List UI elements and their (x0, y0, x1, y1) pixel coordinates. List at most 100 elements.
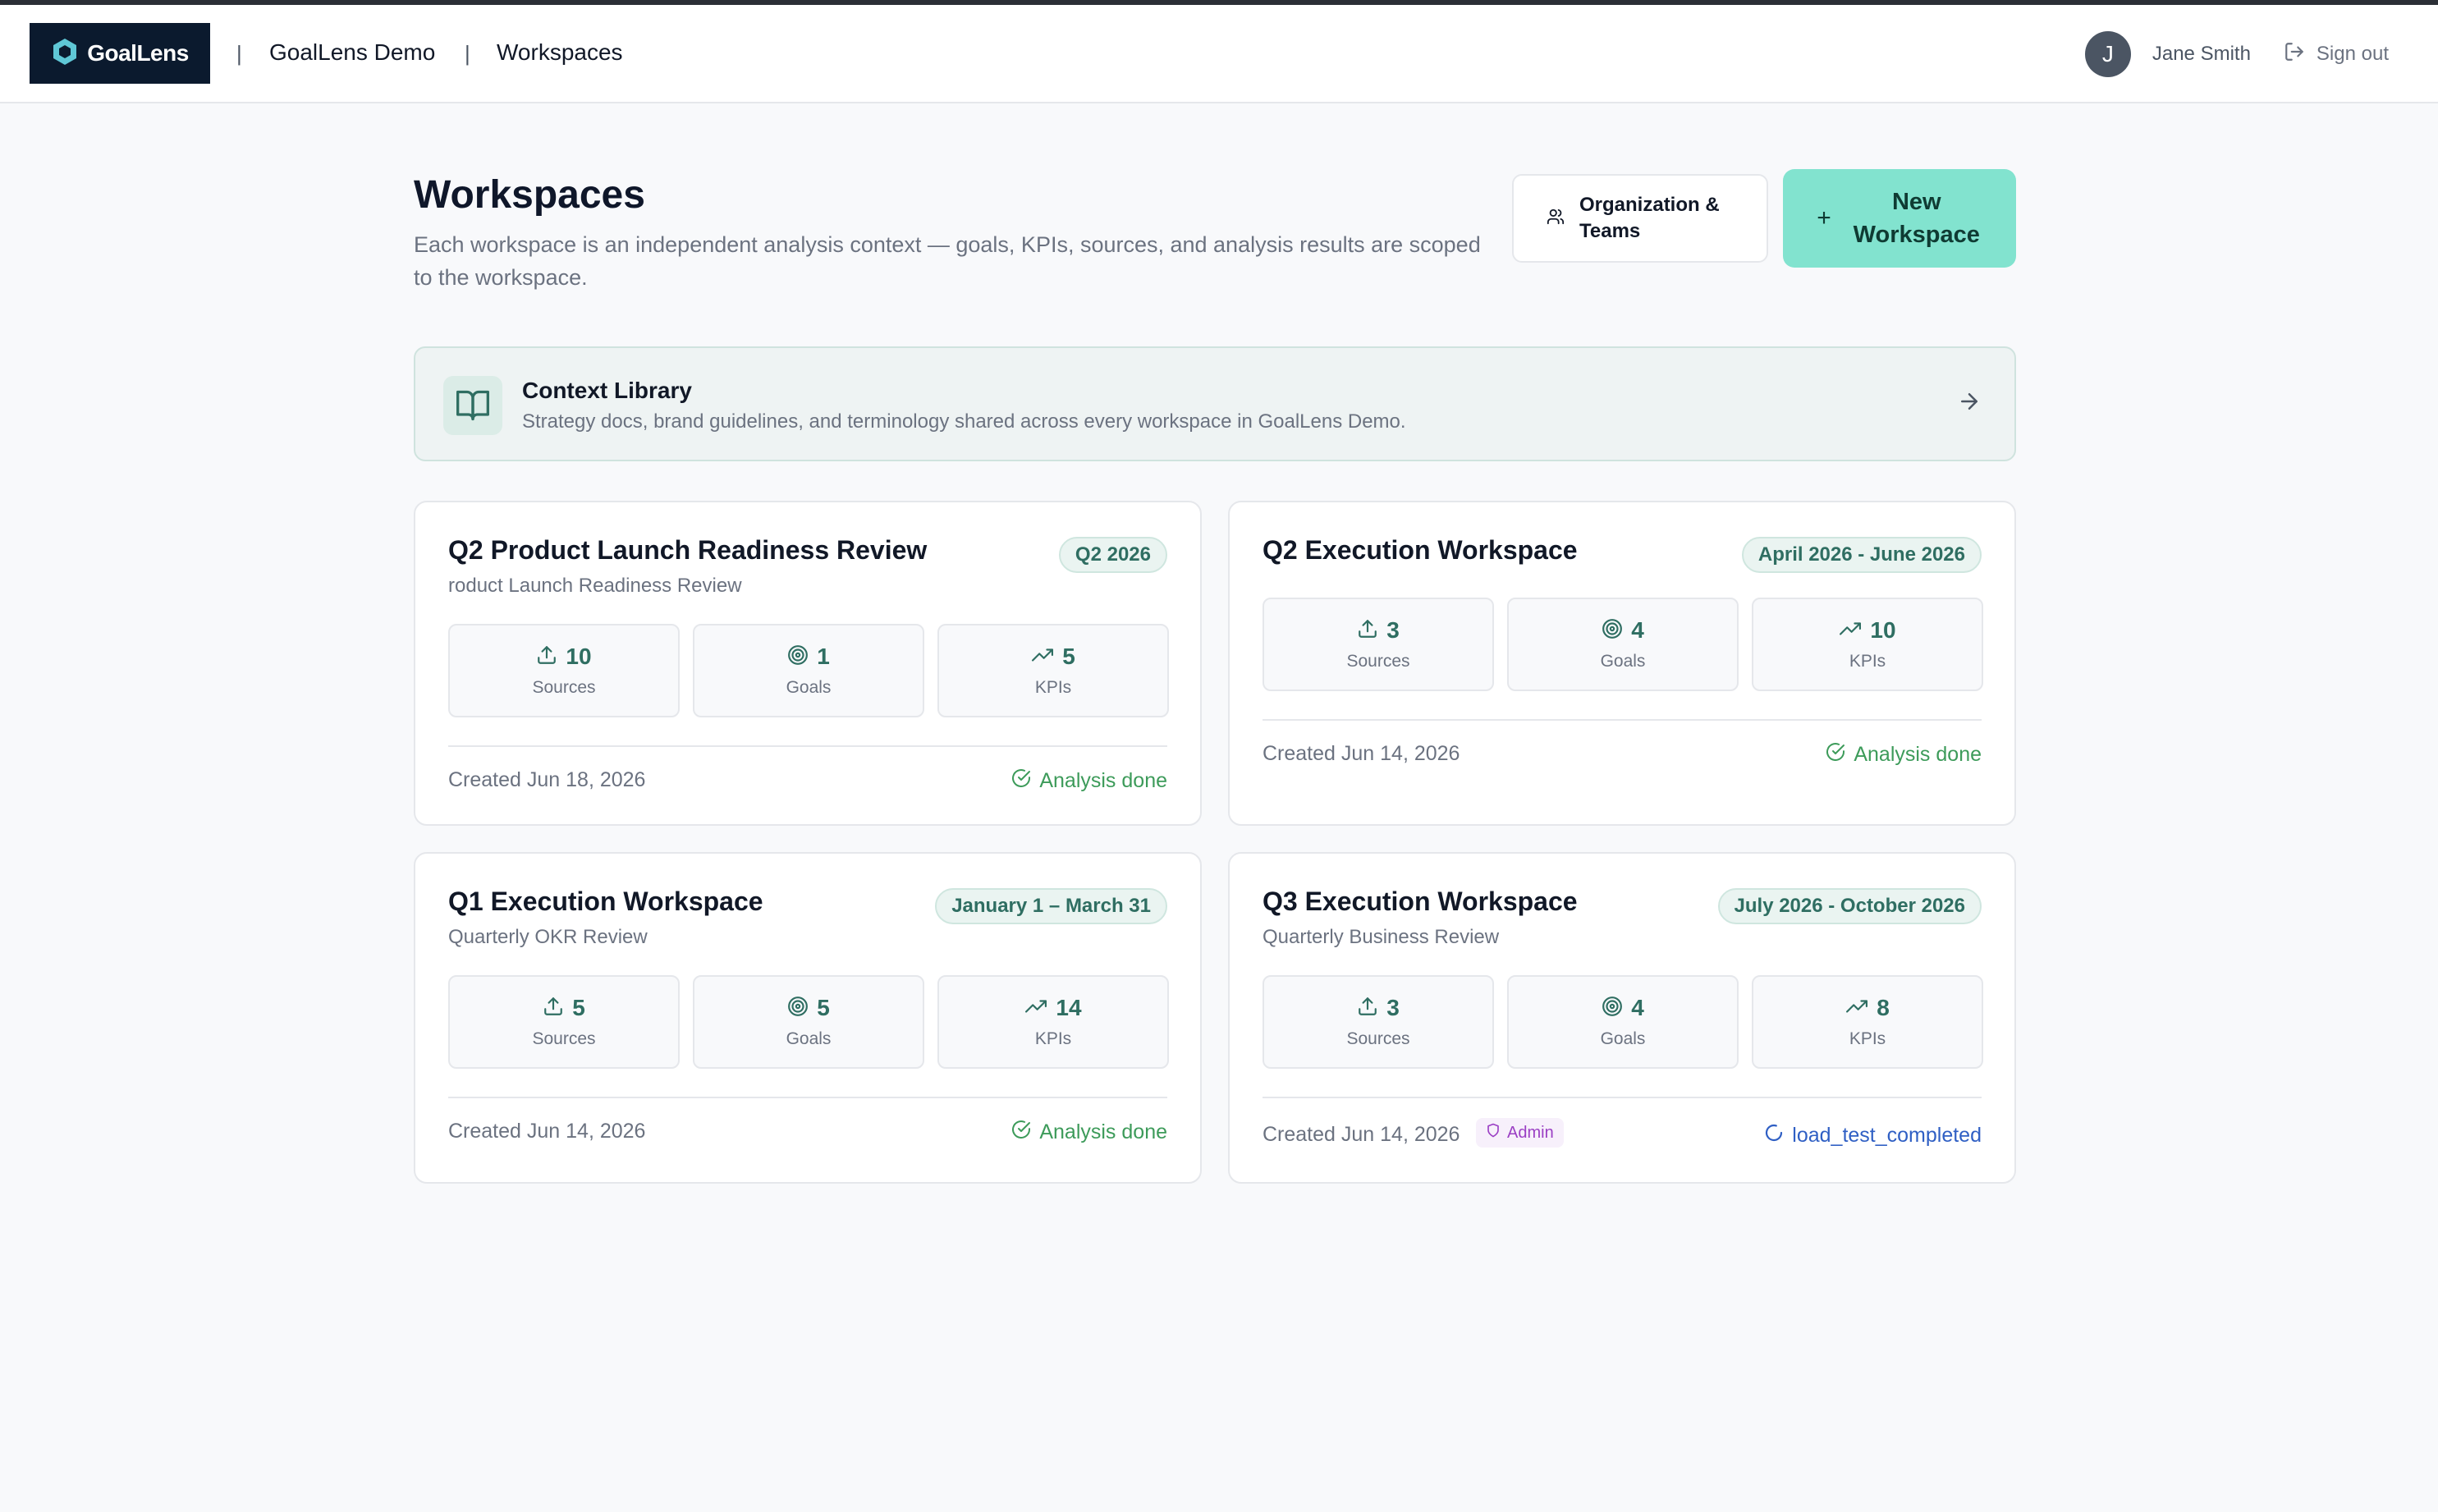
workspace-title: Q3 Execution Workspace (1263, 887, 1578, 916)
context-library-title: Context Library (522, 378, 692, 403)
stats-row: 3 Sources 4 Goals 10 KPIs (1263, 598, 1983, 691)
workspace-subtitle: Quarterly Business Review (1263, 926, 1500, 948)
organization-teams-button[interactable]: Organization & Teams (1512, 174, 1768, 263)
plus-icon: + (1817, 204, 1831, 231)
created-date: Created Jun 18, 2026 (448, 768, 646, 791)
stat-label: KPIs (1849, 1029, 1886, 1048)
stat-goals: 5 Goals (693, 975, 924, 1069)
admin-label: Admin (1507, 1123, 1554, 1142)
avatar[interactable]: J (2084, 31, 2131, 77)
status-text: Analysis done (1854, 743, 1982, 766)
user-menu: J Jane Smith Sign out (2084, 30, 2389, 79)
new-workspace-button[interactable]: + New Workspace (1783, 169, 2016, 268)
shield-icon (1486, 1123, 1501, 1143)
breadcrumb-workspaces[interactable]: Workspaces (497, 39, 623, 66)
users-icon (1547, 208, 1565, 230)
check-circle-icon (1011, 768, 1031, 794)
workspace-card[interactable]: Q3 Execution Workspace July 2026 - Octob… (1228, 852, 2016, 1184)
upload-icon (1357, 618, 1378, 644)
stat-sources: 5 Sources (448, 975, 680, 1069)
goals-count: 5 (817, 995, 830, 1020)
arrow-right-icon (1957, 389, 1982, 418)
status-text: Analysis done (1039, 769, 1167, 792)
kpis-count: 8 (1877, 995, 1890, 1020)
divider (448, 1097, 1167, 1098)
log-out-icon (2284, 41, 2305, 68)
workspace-card[interactable]: Q1 Execution Workspace January 1 – March… (414, 852, 1202, 1184)
upload-icon (1357, 996, 1378, 1021)
upload-icon (536, 644, 557, 670)
upload-icon (543, 996, 564, 1021)
kpis-count: 10 (1870, 617, 1896, 643)
divider (1263, 719, 1982, 721)
hexagon-logo-icon (51, 37, 79, 71)
period-badge: July 2026 - October 2026 (1717, 888, 1982, 924)
sources-count: 10 (566, 644, 592, 669)
workspace-title: Q2 Product Launch Readiness Review (448, 535, 928, 565)
context-library-banner[interactable]: Context Library Strategy docs, brand gui… (414, 346, 2016, 461)
stat-label: Sources (1346, 1029, 1410, 1048)
stat-kpis: 14 KPIs (937, 975, 1169, 1069)
stat-label: Sources (532, 678, 596, 697)
status-text: Analysis done (1039, 1120, 1167, 1143)
goals-count: 4 (1631, 995, 1644, 1020)
sources-count: 5 (572, 995, 585, 1020)
target-icon (1602, 618, 1623, 644)
kpis-count: 5 (1062, 644, 1075, 669)
trending-up-icon (1845, 996, 1868, 1021)
divider (1263, 1097, 1982, 1098)
breadcrumb-separator: | (465, 41, 470, 66)
stat-goals: 1 Goals (693, 624, 924, 717)
page-description: Each workspace is an independent analysi… (414, 232, 1481, 290)
workspace-title: Q2 Execution Workspace (1263, 535, 1578, 565)
stat-kpis: 5 KPIs (937, 624, 1169, 717)
workspace-card[interactable]: Q2 Product Launch Readiness Review Q2 20… (414, 501, 1202, 826)
stats-row: 3 Sources 4 Goals 8 KPIs (1263, 975, 1983, 1069)
target-icon (1602, 996, 1623, 1021)
trending-up-icon (1024, 996, 1047, 1021)
new-workspace-label: New Workspace (1853, 189, 1980, 248)
goals-count: 4 (1631, 617, 1644, 643)
app-logo[interactable]: GoalLens (30, 23, 210, 84)
user-name: Jane Smith (2152, 43, 2251, 65)
check-circle-icon (1826, 742, 1845, 767)
stat-label: Sources (532, 1029, 596, 1048)
book-open-icon (443, 376, 502, 435)
created-date: Created Jun 14, 2026 (1263, 742, 1460, 765)
sources-count: 3 (1386, 995, 1400, 1020)
stat-kpis: 10 KPIs (1752, 598, 1983, 691)
loader-icon (1764, 1123, 1784, 1148)
created-date: Created Jun 14, 2026 (448, 1120, 646, 1143)
stat-label: Goals (1600, 652, 1646, 671)
breadcrumb-org[interactable]: GoalLens Demo (269, 39, 435, 66)
breadcrumb-separator: | (236, 41, 242, 66)
status-text: load_test_completed (1792, 1124, 1982, 1147)
sign-out-label: Sign out (2316, 43, 2389, 65)
stats-row: 5 Sources 5 Goals 14 KPIs (448, 975, 1169, 1069)
kpis-count: 14 (1056, 995, 1082, 1020)
workspace-subtitle: roduct Launch Readiness Review (448, 575, 742, 597)
status-indicator: load_test_completed (1764, 1123, 1982, 1148)
trending-up-icon (1031, 644, 1054, 670)
stat-label: KPIs (1034, 678, 1072, 697)
trending-up-icon (1839, 618, 1862, 644)
stat-goals: 4 Goals (1507, 975, 1739, 1069)
status-indicator: Analysis done (1011, 1120, 1167, 1145)
stat-kpis: 8 KPIs (1752, 975, 1983, 1069)
goals-count: 1 (817, 644, 830, 669)
sign-out-button[interactable]: Sign out (2284, 41, 2389, 68)
stat-label: KPIs (1034, 1029, 1072, 1048)
admin-badge: Admin (1476, 1118, 1564, 1148)
stat-label: Sources (1346, 652, 1410, 671)
period-badge: Q2 2026 (1058, 537, 1167, 573)
target-icon (787, 644, 809, 670)
stat-goals: 4 Goals (1507, 598, 1739, 691)
check-circle-icon (1011, 1120, 1031, 1145)
stats-row: 10 Sources 1 Goals 5 KPIs (448, 624, 1169, 717)
workspace-title: Q1 Execution Workspace (448, 887, 763, 916)
status-indicator: Analysis done (1011, 768, 1167, 794)
divider (448, 745, 1167, 747)
stat-sources: 10 Sources (448, 624, 680, 717)
top-bar: GoalLens | GoalLens Demo | Workspaces J … (0, 5, 2438, 103)
workspace-card[interactable]: Q2 Execution Workspace April 2026 - June… (1228, 501, 2016, 826)
